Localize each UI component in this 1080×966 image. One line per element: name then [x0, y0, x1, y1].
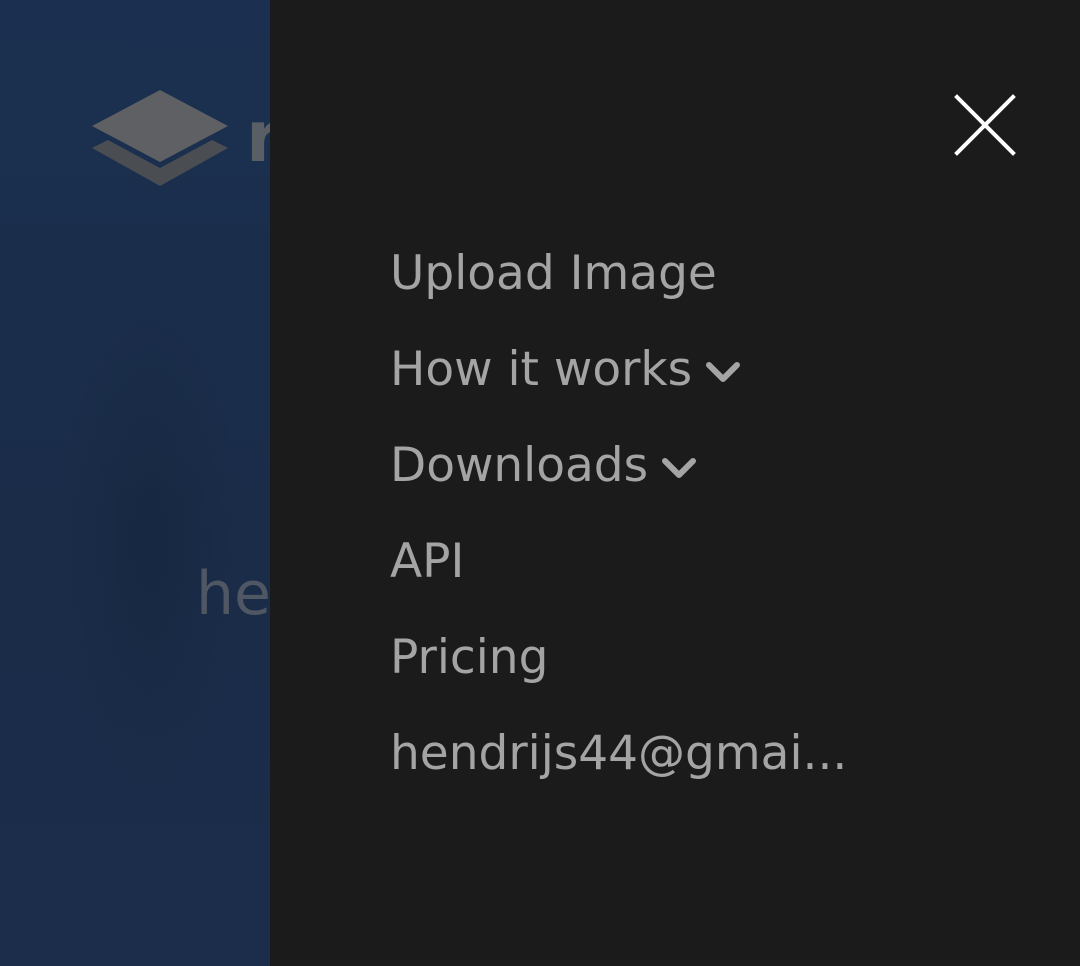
- menu-item-how-it-works[interactable]: How it works: [390, 322, 847, 418]
- background-page: r he: [0, 0, 270, 966]
- close-button[interactable]: [952, 92, 1018, 158]
- navigation-drawer: Upload Image How it works Downloads API …: [270, 0, 1080, 966]
- menu-item-label: Pricing: [390, 630, 549, 685]
- menu-item-label: How it works: [390, 342, 693, 397]
- page: r he Upload Image How it works Downloads…: [0, 0, 1080, 966]
- menu-item-api[interactable]: API: [390, 514, 847, 610]
- menu-item-pricing[interactable]: Pricing: [390, 610, 847, 706]
- logo-text: r: [246, 96, 270, 178]
- background-hero-shape: [60, 280, 240, 800]
- chevron-down-icon: [704, 353, 742, 391]
- logo-icon: [92, 90, 232, 190]
- menu-item-upload-image[interactable]: Upload Image: [390, 226, 847, 322]
- close-icon: [954, 94, 1016, 156]
- nav-menu: Upload Image How it works Downloads API …: [390, 226, 847, 802]
- chevron-down-icon: [660, 449, 698, 487]
- menu-item-label: Upload Image: [390, 246, 717, 301]
- menu-item-label: API: [390, 534, 465, 589]
- menu-item-downloads[interactable]: Downloads: [390, 418, 847, 514]
- menu-item-label: Downloads: [390, 438, 649, 493]
- menu-item-account[interactable]: hendrijs44@gmai...: [390, 706, 847, 802]
- account-email-label: hendrijs44@gmai...: [390, 726, 848, 781]
- hero-heading: he: [196, 559, 270, 629]
